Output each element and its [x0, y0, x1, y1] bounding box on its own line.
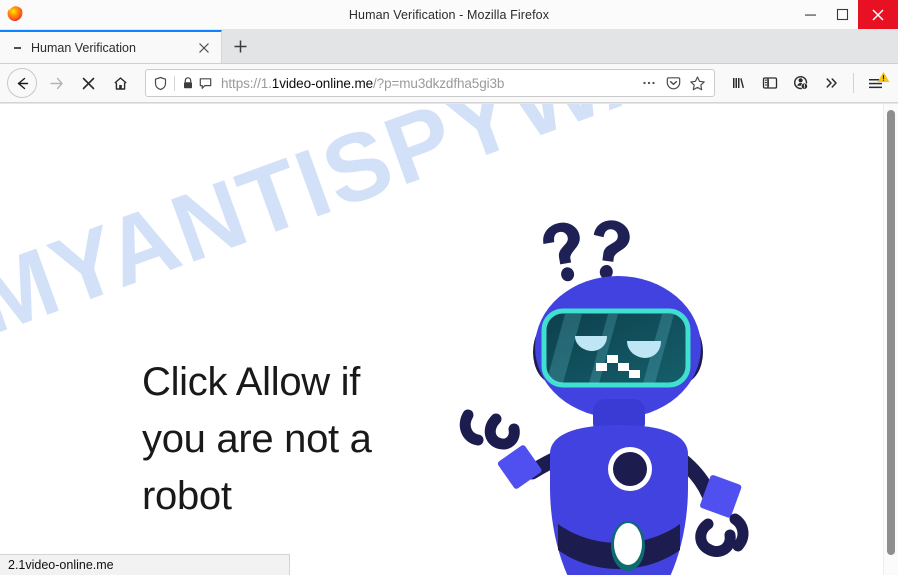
window-title: Human Verification - Mozilla Firefox — [348, 7, 550, 22]
url-scheme: https:// — [221, 75, 261, 91]
toolbar-divider — [853, 73, 854, 93]
forward-arrow-icon[interactable] — [40, 68, 72, 98]
pocket-icon[interactable] — [661, 71, 685, 95]
new-tab-button[interactable] — [222, 30, 258, 63]
window-controls — [794, 0, 898, 29]
account-warning-icon[interactable] — [785, 68, 816, 98]
title-bar: Human Verification - Mozilla Firefox — [0, 0, 898, 30]
back-arrow-icon[interactable] — [7, 68, 37, 98]
address-bar[interactable]: https://1.1video-online.me/?p=mu3dkzdfha… — [145, 69, 715, 97]
hamburger-menu-icon[interactable] — [860, 68, 891, 98]
tab-label: Human Verification — [31, 40, 136, 55]
content-area: MYANTISPYWARE.COM Click Allow if you are… — [0, 103, 898, 575]
question-marks — [543, 220, 630, 282]
tab-strip: Human Verification — [0, 30, 898, 64]
scroll-thumb[interactable] — [887, 110, 895, 555]
warning-triangle-icon — [877, 70, 890, 82]
close-button[interactable] — [858, 0, 898, 29]
default-page-icon — [13, 43, 22, 52]
padlock-icon[interactable] — [181, 76, 195, 90]
url-subdomain: 1. — [260, 75, 272, 91]
stop-x-icon[interactable] — [72, 68, 104, 98]
toolbar-right-group — [723, 68, 891, 98]
library-icon[interactable] — [723, 68, 754, 98]
vertical-scrollbar[interactable] — [883, 104, 898, 575]
url-divider — [174, 75, 175, 91]
notification-permission-icon[interactable] — [198, 76, 213, 91]
tab-human-verification[interactable]: Human Verification — [0, 30, 222, 63]
sidebar-icon[interactable] — [754, 68, 785, 98]
minimize-button[interactable] — [794, 0, 826, 29]
browser-window: Human Verification - Mozilla Firefox Hum… — [0, 0, 898, 575]
page-headline: Click Allow if you are not a robot — [142, 360, 372, 518]
web-page: MYANTISPYWARE.COM Click Allow if you are… — [0, 104, 884, 575]
status-bar: 2.1video-online.me — [0, 554, 290, 575]
close-icon[interactable] — [191, 35, 217, 61]
url-text[interactable]: https://1.1video-online.me/?p=mu3dkzdfha… — [221, 76, 637, 91]
star-icon[interactable] — [685, 71, 709, 95]
status-bar-text: 2.1video-online.me — [8, 558, 114, 572]
navigation-toolbar: https://1.1video-online.me/?p=mu3dkzdfha… — [0, 64, 898, 103]
ellipsis-icon[interactable] — [637, 71, 661, 95]
url-path: /?p=mu3dkzdfha5gi3b — [373, 75, 505, 91]
home-icon[interactable] — [104, 68, 136, 98]
shield-icon[interactable] — [153, 76, 168, 91]
url-host: 1video-online.me — [271, 75, 374, 91]
firefox-logo-icon — [5, 5, 25, 25]
confused-robot-illustration — [440, 219, 780, 575]
chevron-double-right-icon[interactable] — [816, 68, 847, 98]
maximize-button[interactable] — [826, 0, 858, 29]
